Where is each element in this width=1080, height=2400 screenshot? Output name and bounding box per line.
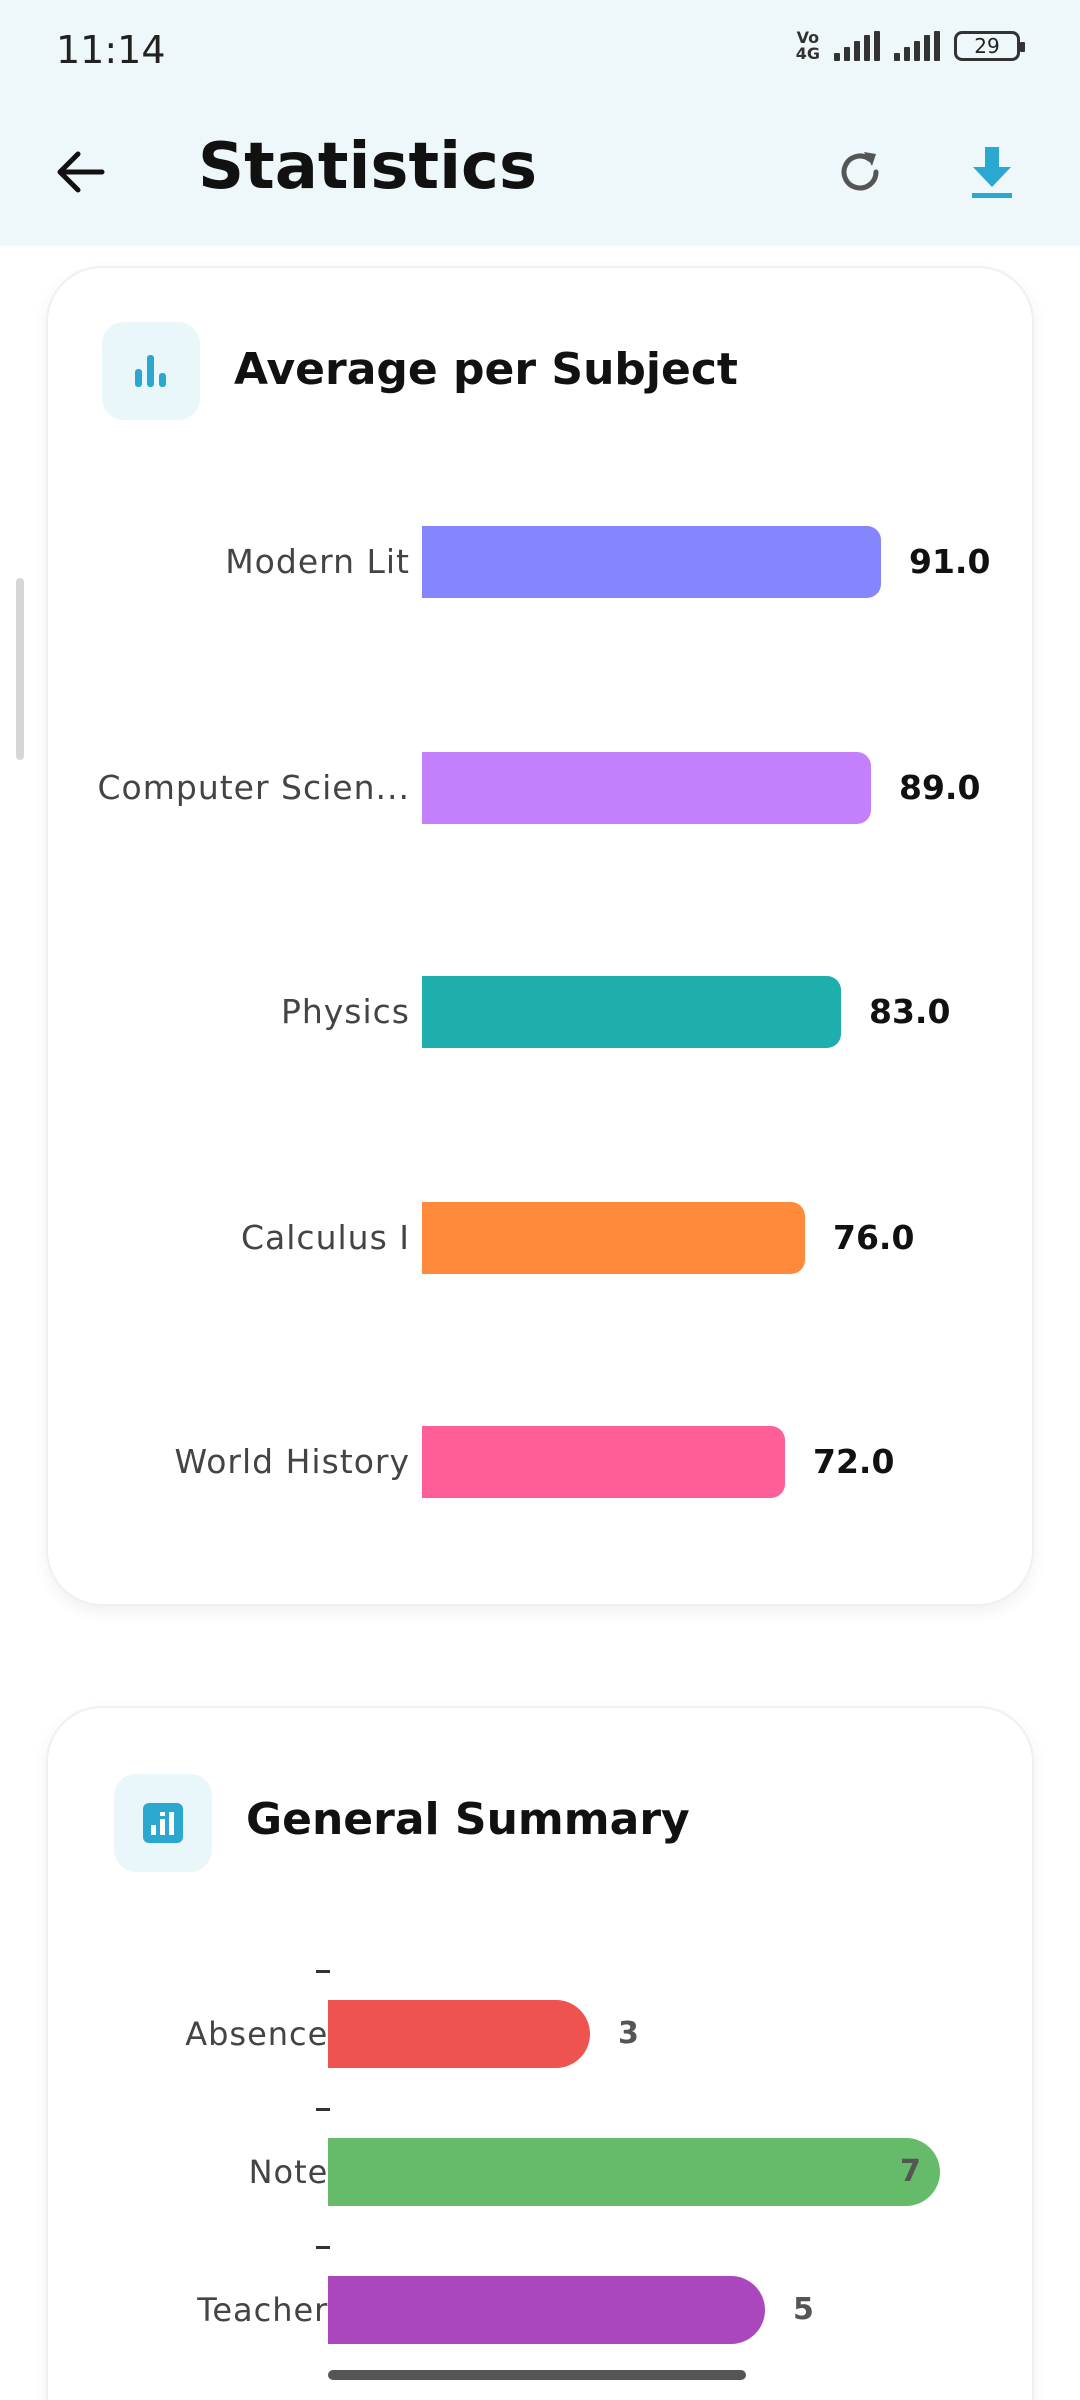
- average-per-subject-card: Average per Subject Modern Lit 91.0 Comput…: [46, 266, 1034, 1606]
- chart-row: Physics 83.0: [48, 976, 1036, 1048]
- card-title: Average per Subject: [234, 344, 738, 395]
- page-title: Statistics: [198, 130, 538, 204]
- network-type-icon: Vo 4G: [796, 30, 820, 62]
- refresh-button[interactable]: [820, 132, 900, 212]
- network-type-bottom: 4G: [795, 44, 820, 63]
- bar: [422, 976, 841, 1048]
- chart-row: Calculus I 76.0: [48, 1202, 1036, 1274]
- bar-chart-icon: [102, 322, 200, 420]
- bar: [422, 1202, 805, 1274]
- general-summary-card: General Summary Absences 3 Notes 7 Teachers 5: [46, 1706, 1034, 2400]
- bar: [328, 2000, 590, 2068]
- status-time: 11:14: [56, 28, 166, 72]
- category-label: World History: [174, 1442, 410, 1481]
- category-label: Computer Scien...: [97, 768, 410, 807]
- category-label: Teachers: [197, 2291, 346, 2329]
- back-button[interactable]: [40, 132, 120, 212]
- refresh-icon: [841, 152, 879, 191]
- chart-row: Notes 7: [48, 2138, 1036, 2206]
- card-title: General Summary: [246, 1794, 690, 1845]
- category-label: Physics: [280, 992, 410, 1031]
- bar: [422, 526, 881, 598]
- value-label: 83.0: [869, 992, 951, 1031]
- category-label: Absences: [185, 2015, 346, 2053]
- download-icon: [972, 147, 1012, 198]
- scrollbar[interactable]: [16, 578, 24, 760]
- value-label: 76.0: [833, 1218, 915, 1257]
- axis-tick: [316, 2108, 330, 2111]
- chart-row: Teachers 5: [48, 2276, 1036, 2344]
- category-label: Modern Lit: [225, 542, 410, 581]
- value-label: 89.0: [899, 768, 981, 807]
- download-button[interactable]: [952, 132, 1032, 212]
- category-label: Calculus I: [241, 1218, 410, 1257]
- home-indicator[interactable]: [328, 2370, 746, 2380]
- chart-row: Absences 3: [48, 2000, 1036, 2068]
- app-bar: 11:14 Vo 4G 29 Statistics: [0, 0, 1080, 246]
- status-icons: Vo 4G 29: [796, 30, 1025, 62]
- value-label: 7: [900, 2154, 921, 2189]
- value-label: 5: [793, 2292, 814, 2327]
- axis-tick: [316, 1970, 330, 1973]
- value-label: 72.0: [813, 1442, 895, 1481]
- battery-icon: 29: [954, 31, 1025, 61]
- bar: [328, 2138, 940, 2206]
- bar: [422, 1426, 785, 1498]
- analytics-icon: [114, 1774, 212, 1872]
- value-label: 91.0: [909, 542, 991, 581]
- chart-row: Computer Scien... 89.0: [48, 752, 1036, 824]
- signal-icon-2: [894, 31, 940, 61]
- value-label: 3: [618, 2016, 639, 2051]
- axis-tick: [316, 2246, 330, 2249]
- chart-row: Modern Lit 91.0: [48, 526, 1036, 598]
- bar: [328, 2276, 765, 2344]
- chart-row: World History 72.0: [48, 1426, 1036, 1498]
- arrow-left-icon: [57, 151, 105, 193]
- signal-icon: [834, 31, 880, 61]
- battery-level: 29: [974, 34, 1000, 58]
- bar: [422, 752, 871, 824]
